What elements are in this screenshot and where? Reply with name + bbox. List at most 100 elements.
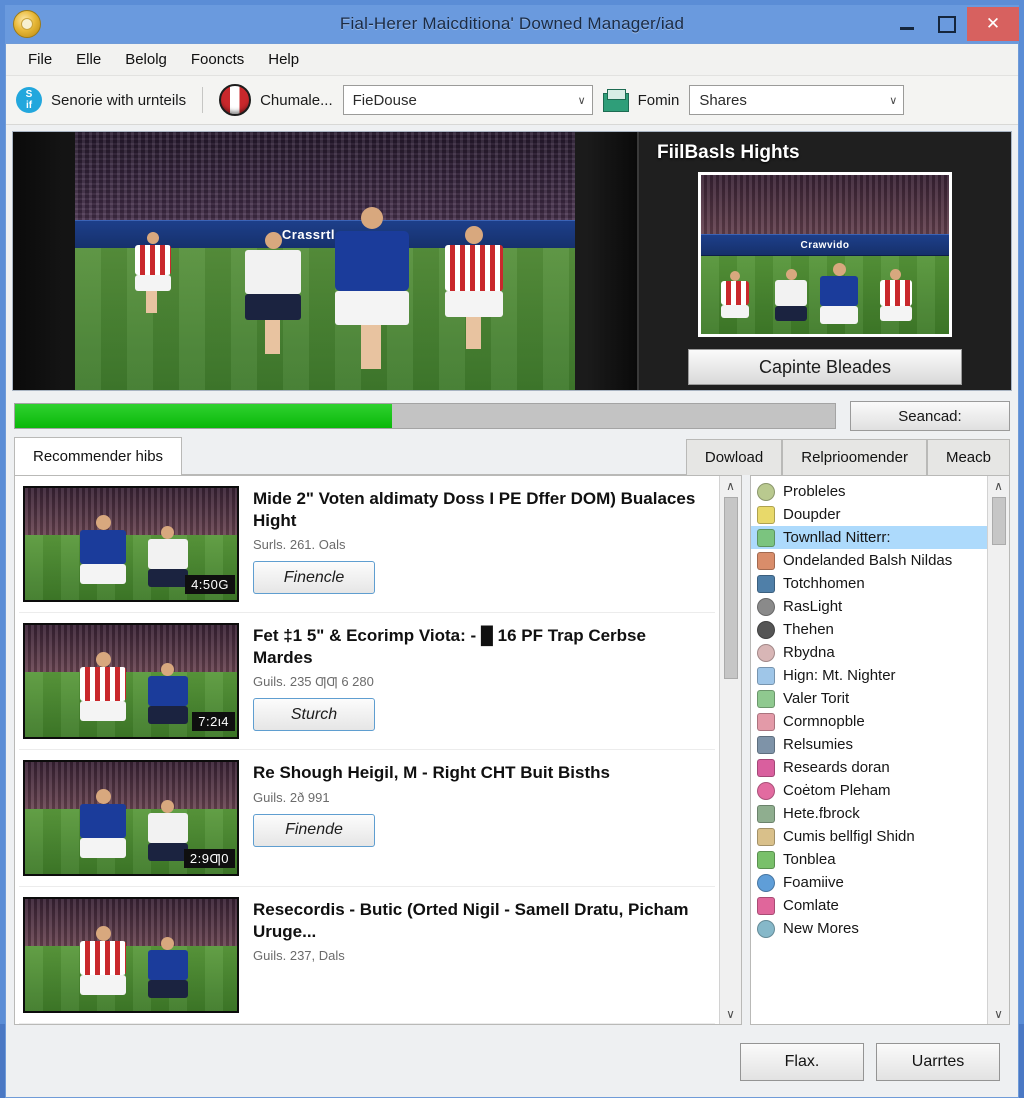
category-label: Hete.fbrock: [783, 805, 860, 822]
scan-button[interactable]: Seancad:: [850, 401, 1010, 431]
category-list-item[interactable]: Researds doran: [751, 756, 987, 779]
category-label: Cormnopble: [783, 713, 865, 730]
footer-buttons: Flax. Uarrtes: [6, 1031, 1018, 1097]
window-client-area: File Elle Belolg Fooncts Help S if Senor…: [5, 43, 1019, 1098]
folder-button[interactable]: Fomin: [602, 88, 679, 112]
video-list-item[interactable]: 2:9Ƣ0 Re Shough Heigil, M - Right CHT Bui…: [19, 750, 715, 887]
scroll-down-icon[interactable]: ∨: [994, 1007, 1003, 1021]
video-action-button[interactable]: Finende: [253, 813, 375, 847]
scrollbar-track[interactable]: [988, 545, 1009, 1007]
menu-item-file[interactable]: File: [16, 48, 64, 71]
category-icon: [757, 758, 775, 777]
player-figure: [147, 936, 188, 998]
category-list-item[interactable]: Valer Torit: [751, 687, 987, 710]
category-icon: [757, 804, 775, 823]
video-action-button[interactable]: Finencle: [253, 561, 375, 595]
category-icon: [757, 919, 775, 938]
chevron-down-icon: ∨: [577, 94, 586, 107]
category-list-item[interactable]: Foamiive: [751, 871, 987, 894]
category-list-item[interactable]: RasLight: [751, 595, 987, 618]
video-thumbnail[interactable]: 2:9Ƣ0: [23, 760, 239, 876]
video-thumbnail[interactable]: [23, 897, 239, 1013]
category-list-item[interactable]: Relsumies: [751, 733, 987, 756]
video-thumbnail[interactable]: 4:50G: [23, 486, 239, 602]
video-metadata: Re Shough Heigil, M - Right CHT Buit Bis…: [253, 760, 709, 847]
menu-item-belolg[interactable]: Belolg: [113, 48, 179, 71]
menu-item-fooncts[interactable]: Fooncts: [179, 48, 256, 71]
highlights-thumbnail[interactable]: Crawvido: [698, 172, 952, 337]
category-list-item[interactable]: Ondelanded Balsh Nildas: [751, 549, 987, 572]
video-action-button[interactable]: Sturch: [253, 698, 375, 732]
shares-select[interactable]: Shares ∨: [689, 85, 905, 115]
scrollbar-thumb[interactable]: [723, 497, 738, 679]
category-label: Researds doran: [783, 759, 890, 776]
tab-dowload[interactable]: Dowload: [685, 439, 783, 475]
category-list-item[interactable]: Coėtom Pleham: [751, 779, 987, 802]
category-icon: [757, 597, 775, 616]
minimize-button[interactable]: [887, 9, 927, 39]
category-label: Relsumies: [783, 736, 854, 753]
category-label: RasLight: [783, 598, 843, 615]
capture-highlights-button[interactable]: Capinte Bleades: [688, 349, 962, 385]
category-icon: [757, 735, 775, 754]
categories-scrollbar[interactable]: ∧ ∨: [987, 476, 1009, 1024]
video-duration-badge: 7:2ι4: [192, 712, 235, 731]
video-metadata: Fet ‡1 5" & Ecorimp Viota: - █ 16 PF Tra…: [253, 623, 709, 732]
video-list-item[interactable]: 7:2ι4 Fet ‡1 5" & Ecorimp Viota: - █ 16 P…: [19, 613, 715, 750]
category-list-item[interactable]: Thehen: [751, 618, 987, 641]
window-controls: ✕: [887, 5, 1019, 43]
video-list-item[interactable]: 4:50G Mide 2" Voten aldimaty Doss I PE Df…: [19, 476, 715, 613]
category-label: Cumis bellfigl Shidn: [783, 828, 915, 845]
category-list-item[interactable]: Hign: Mt. Nighter: [751, 664, 987, 687]
tab-filler: [182, 436, 686, 475]
category-list-item[interactable]: Cumis bellfigl Shidn: [751, 825, 987, 848]
menu-item-help[interactable]: Help: [256, 48, 311, 71]
flax-button[interactable]: Flax.: [740, 1043, 864, 1081]
crowd-background: [25, 899, 237, 947]
video-subtitle: Guils. 237, Dals: [253, 948, 345, 964]
tab-meacb[interactable]: Meacb: [926, 439, 1010, 475]
video-metadata: Mide 2" Voten aldimaty Doss I PE Dffer D…: [253, 486, 709, 595]
category-list-item[interactable]: Cormnopble: [751, 710, 987, 733]
category-list-item[interactable]: Probleles: [751, 480, 987, 503]
scrollbar-track[interactable]: [720, 679, 741, 1007]
video-thumbnail[interactable]: 7:2ι4: [23, 623, 239, 739]
player-figure-main: [334, 207, 409, 370]
video-list-scrollbar[interactable]: ∧ ∨: [719, 476, 741, 1024]
main-video-preview[interactable]: Crassrtloons: [13, 132, 637, 390]
category-label: Valer Torit: [783, 690, 850, 707]
category-list-item[interactable]: Tonblea: [751, 848, 987, 871]
scroll-up-icon[interactable]: ∧: [994, 479, 1003, 493]
category-list-item[interactable]: Hete.fbrock: [751, 802, 987, 825]
thumbnail-scene: [25, 899, 237, 1011]
chevron-down-icon: ∨: [889, 94, 898, 107]
menu-item-elle[interactable]: Elle: [64, 48, 113, 71]
category-icon: [757, 896, 775, 915]
video-subtitle: Guils. 2ð 991: [253, 789, 330, 805]
category-list-item[interactable]: Totchhomen: [751, 572, 987, 595]
category-list-item[interactable]: New Mores: [751, 917, 987, 940]
tab-recommender[interactable]: Recommender hibs: [14, 437, 183, 475]
channel-button[interactable]: Chumale...: [219, 84, 333, 116]
category-list-item[interactable]: Comlate: [751, 894, 987, 917]
category-list-item[interactable]: Townllad Nitterr:: [751, 526, 987, 549]
maximize-button[interactable]: [927, 9, 967, 39]
scrollbar-thumb[interactable]: [991, 497, 1006, 545]
video-subtitle: Guils. 235 ƢƢ 6 280: [253, 674, 374, 690]
uarrtes-button[interactable]: Uarrtes: [876, 1043, 1000, 1081]
sync-with-units-button[interactable]: S if Senorie with urnteils: [16, 87, 186, 113]
video-list-item[interactable]: Resecordis - Butic (Orted Nigil - Samell…: [19, 887, 715, 1024]
category-list-item[interactable]: Rbydna: [751, 641, 987, 664]
scroll-down-icon[interactable]: ∨: [726, 1007, 735, 1021]
tab-relprioomender[interactable]: Relprioomender: [782, 439, 927, 475]
player-figure: [80, 515, 127, 585]
close-button[interactable]: ✕: [967, 7, 1019, 41]
video-title: Mide 2" Voten aldimaty Doss I PE Dffer D…: [253, 489, 696, 530]
crowd-background: [25, 762, 237, 810]
category-list-item[interactable]: Doupder: [751, 503, 987, 526]
player-figure: [720, 271, 749, 319]
scroll-up-icon[interactable]: ∧: [726, 479, 735, 493]
sync-with-units-label: Senorie with urnteils: [51, 91, 187, 109]
category-icon: [757, 528, 775, 547]
source-select[interactable]: FieDouse ∨: [342, 85, 593, 115]
